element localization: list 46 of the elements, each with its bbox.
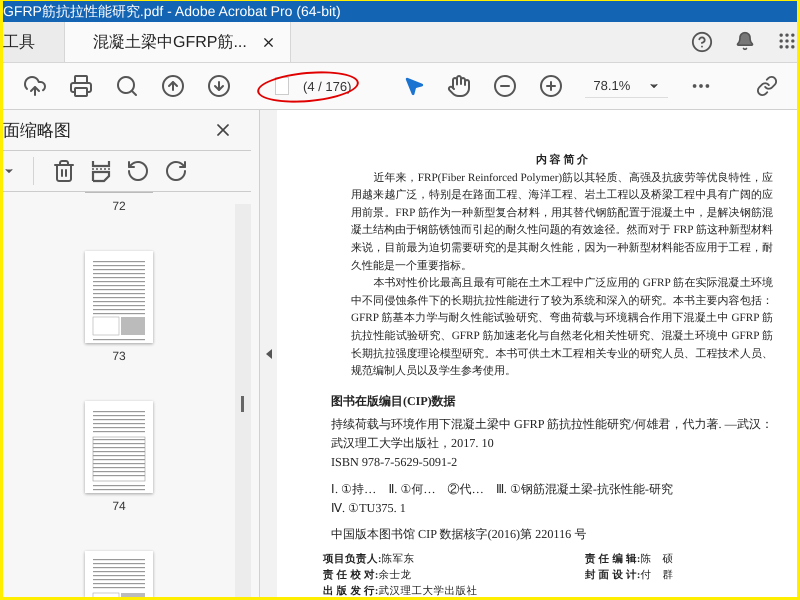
credit-line: 出 版 发 行:武汉理工大学出版社	[323, 584, 478, 597]
scrollbar[interactable]	[235, 204, 251, 597]
credit-line: 项目负责人:陈军东	[323, 552, 416, 567]
paragraph: 近年来，FRP(Fiber Reinforced Polymer)筋以其轻质、高强及抗疲劳等优良特性，应用越来越广泛，特别是在路面工程、海洋工程、岩土工程以及桥梁工程中具有广阔的应用前景。FRP 筋作为一种新型复合材料，用其替代钢筋配置于混凝土中，是解决钢筋混凝土结构由于钢筋锈蚀而引起的耐久性问题的有效途径。然而对于 FRP 筋这种新型材料来说，目前最为迫切需要研究的是其耐久性能，因为一种新型材料能否应用于工程，耐久性能是一个重要指标。	[351, 170, 773, 274]
zoom-dropdown[interactable]: 78.1%	[585, 74, 668, 98]
paragraph: 本书对性价比最高且最有可能在土木工程中广泛应用的 GFRP 筋在实际混凝土环境中不同侵蚀条件下的长期抗拉性能进行了较为系统和深入的研究。本书主要内容包括：GFRP 筋基本力学与耐久性能试验研究、弯曲荷载与环境耦合作用下混凝土中 GFRP 筋抗拉性能试验研究、GFRP 筋加速老化与自然老化相关性研究、混凝土环境中 GFRP 筋长期抗拉强度理论模型研究。本书可供土木工程相关专业的研究人员、工程技术人员、规范编制人员以及学生参考使用。	[351, 276, 773, 380]
credit-line: 责 任 编 辑:陈 硕	[585, 552, 674, 567]
cloud-upload-icon[interactable]	[23, 74, 47, 98]
section-heading: 内 容 简 介	[534, 152, 590, 168]
trash-icon[interactable]	[52, 159, 76, 183]
credit-line: 责 任 校 对:余士龙	[323, 568, 412, 583]
zoom-out-icon[interactable]	[493, 74, 518, 98]
page-extract-icon[interactable]	[90, 159, 112, 183]
cip-record-line: ISBN 978-7-5629-5091-2	[331, 454, 458, 472]
link-icon[interactable]	[756, 75, 778, 97]
page-number: 72	[112, 198, 126, 213]
tab[interactable]: 混凝土梁中GFRP筋...	[65, 22, 291, 62]
panel-title: 面缩略图	[3, 120, 71, 142]
cip-heading: 图书在版编目(CIP)数据	[331, 392, 457, 410]
collapse-arrow-icon[interactable]	[266, 348, 272, 358]
rotate-left-icon[interactable]	[126, 159, 150, 183]
help-icon[interactable]	[691, 31, 713, 53]
next-page-icon[interactable]	[207, 74, 231, 98]
page-number-field[interactable]	[275, 77, 289, 95]
bell-icon[interactable]	[735, 31, 755, 51]
rotate-right-icon[interactable]	[164, 159, 188, 183]
tab[interactable]: 工具	[3, 22, 65, 62]
previous-page-icon[interactable]	[161, 74, 185, 98]
page-number: 74	[112, 498, 126, 513]
classification-line: Ⅳ. ①TU375. 1	[331, 500, 407, 518]
page-number: 73	[112, 348, 126, 363]
credit-line: 封 面 设 计:付 群	[585, 568, 674, 583]
cip-number: 中国版本图书馆 CIP 数据核字(2016)第 220116 号	[331, 526, 588, 544]
cip-record-line: 持续荷载与环境作用下混凝土梁中 GFRP 筋抗拉性能研究/何雄君，代力著. —武汉：武汉理工大学出版社，2017. 10	[331, 416, 773, 452]
search-icon[interactable]	[115, 74, 139, 98]
page-thumbnail[interactable]	[85, 250, 153, 343]
apps-grid-icon[interactable]	[777, 31, 797, 51]
print-icon[interactable]	[69, 74, 93, 98]
window-title: GFRP筋抗拉性能研究.pdf - Adobe Acrobat Pro (64-bit)	[3, 2, 341, 20]
page-count: (4 / 176)	[303, 78, 352, 94]
pointer-icon[interactable]	[403, 75, 426, 97]
hand-icon[interactable]	[447, 74, 472, 98]
page-thumbnail[interactable]	[85, 400, 153, 493]
page-thumbnail[interactable]	[85, 550, 153, 597]
zoom-in-icon[interactable]	[539, 74, 564, 98]
classification-line: Ⅰ. ①持… Ⅱ. ①何… ②代… Ⅲ. ①钢筋混凝土梁-抗张性能-研究	[331, 481, 674, 498]
